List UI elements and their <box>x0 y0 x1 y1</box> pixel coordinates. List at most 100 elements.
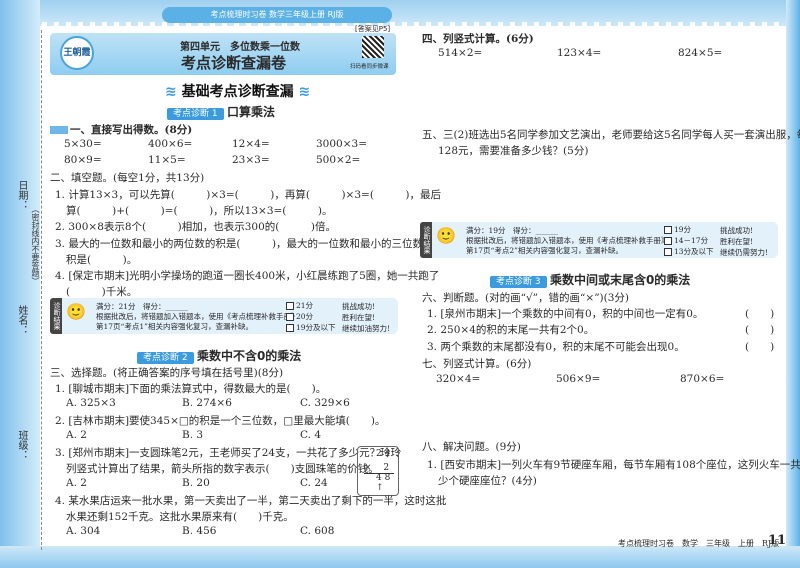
series-label: 考点梳理时习卷 数学三年级上册 RJ版 <box>162 7 392 23</box>
option-label: 19分 <box>674 225 692 234</box>
calc-item: 514×2= <box>438 47 483 59</box>
question-5: 五、三(2)班选出5名同学参加文艺演出，老师要给这5名同学每人买一套演出服，每套 <box>422 129 800 141</box>
oral-item: 400×6= <box>148 138 193 150</box>
checkbox[interactable] <box>286 324 294 332</box>
result-text: 胜利在望! <box>342 313 376 322</box>
diagnosis-badge: 考点诊断 3 <box>490 276 547 288</box>
answer-blank[interactable]: ( ) <box>745 306 774 321</box>
calc-item: 870×6= <box>680 373 725 385</box>
vertical-calc-figure: 2 4 × 2 4 8 ↑ <box>357 446 399 496</box>
diagnosis-badge: 考点诊断 2 <box>137 352 194 364</box>
checkbox[interactable] <box>286 313 294 321</box>
qr-code[interactable] <box>362 36 384 58</box>
seal-line <box>41 30 42 550</box>
score-option[interactable]: 14－17分 <box>664 235 708 246</box>
option-label: 21分 <box>296 301 314 310</box>
checkbox[interactable] <box>664 226 672 234</box>
tag-icon <box>50 126 68 134</box>
question-3-3: 3. [郑州市期末]一支圆珠笔2元，王老师买了24支，一共花了多少元？玲玲 <box>55 447 402 459</box>
bottom-band <box>0 546 800 568</box>
question-3-4: 4. 某水果店运来一批水果，第一天卖出了一半，第二天卖出了剩下的一半，这时这批 <box>55 495 447 507</box>
score-option[interactable]: 21分 <box>286 300 313 311</box>
diagnosis-1-header: 考点诊断 1 口算乘法 <box>167 103 275 120</box>
student-avatar-icon: 🙂 <box>66 302 86 321</box>
result-text: 继续仍需努力! <box>720 248 769 257</box>
date-label: 日期： <box>16 180 27 210</box>
option-label: 20分 <box>296 312 314 321</box>
question-3: 三、选择题。(将正确答案的序号填在括号里)(8分) <box>50 367 284 379</box>
question-2: 二、填空题。(每空1分，共13分) <box>50 172 205 184</box>
question-2-3-cont: 积是( )。 <box>66 254 138 266</box>
score-option[interactable]: 20分 <box>286 311 313 322</box>
section-title-text: 基础考点诊断查漏 <box>181 84 294 100</box>
checkbox[interactable] <box>286 302 294 310</box>
question-3-4-cont: 水果还剩152千克。这批水果原来有( )千克。 <box>66 511 294 523</box>
calc-item: 123×4= <box>557 47 602 59</box>
question-2-4-cont: ( )千米。 <box>66 286 138 298</box>
diagnosis-side-label: 诊断结果 <box>50 298 62 334</box>
qr-caption: 扫码看同步微课 <box>350 64 389 70</box>
checkbox[interactable] <box>664 237 672 245</box>
choice: C. 329×6 <box>300 397 350 409</box>
question-5-cont: 128元，需要准备多少钱？(5分) <box>438 145 589 157</box>
oral-item: 5×30= <box>64 138 102 150</box>
question-3-1: 1. [聊城市期末]下面的乘法算式中，得数最大的是( )。 <box>55 383 327 395</box>
answer-blank[interactable]: ( ) <box>745 322 774 337</box>
answer-blank[interactable]: ( ) <box>745 339 774 354</box>
question-3-2: 2. [吉林市期末]要使345×□的积是一个三位数，□里最大能填( )。 <box>55 415 386 427</box>
score-option[interactable]: 19分及以下 <box>286 322 336 333</box>
answer-page-ref: [答案见P5] <box>355 25 391 33</box>
choice: C. 608 <box>300 525 335 537</box>
diagnosis-badge: 考点诊断 1 <box>167 108 224 120</box>
choice: A. 2 <box>66 429 87 441</box>
oral-item: 12×4= <box>232 138 270 150</box>
question-text: 一、直接写出得数。(8分) <box>70 124 193 136</box>
question-3-3-cont: 列竖式计算出了结果，箭头所指的数字表示( )支圆珠笔的价钱。 <box>66 463 379 475</box>
question-1: 一、直接写出得数。(8分) <box>50 122 192 137</box>
choice: B. 456 <box>182 525 217 537</box>
question-7: 七、列竖式计算。(6分) <box>422 358 532 370</box>
question-2-3: 3. 最大的一位数和最小的两位数的积是( )，最大的一位数和最小的三位数的 <box>55 238 434 250</box>
diagnosis-result-box-1: 诊断结果 🙂 满分：21分 得分：______ 根据批改后，将错题加入错题本，使… <box>50 298 398 334</box>
calc-line: 2 4 <box>376 449 391 459</box>
calc-line: × 2 <box>364 460 394 474</box>
question-8-1-cont: 少个硬座座位？(4分) <box>438 475 537 487</box>
choice: A. 2 <box>66 477 87 489</box>
choice: B. 20 <box>182 477 210 489</box>
result-text: 胜利在望! <box>720 237 754 246</box>
diagnosis-3-header: 考点诊断 3 乘数中间或末尾含0的乘法 <box>490 271 690 288</box>
question-2-1: 1. 计算13×3，可以先算( )×3=( )，再算( )×3=( )，最后 <box>55 189 442 201</box>
oral-item: 3000×3= <box>316 138 367 150</box>
score-option[interactable]: 19分 <box>664 224 691 235</box>
page-title: 考点诊断查漏卷 <box>181 54 287 72</box>
class-label: 班级： <box>16 430 27 460</box>
brand-logo: 王朝霞 <box>60 36 94 70</box>
result-text: 挑战成功! <box>720 226 754 235</box>
question-4: 四、列竖式计算。(6分) <box>422 33 534 45</box>
question-6-3: 3. 两个乘数的末尾都没有0，积的末尾不可能会出现0。 <box>427 341 685 353</box>
score-option[interactable]: 13分及以下 <box>664 246 714 257</box>
diagnosis-title: 乘数中间或末尾含0的乘法 <box>549 273 691 287</box>
question-8-1: 1. [西安市期末]一列火车有9节硬座车厢，每节车厢有108个座位，这列火车一共… <box>427 459 800 471</box>
result-text: 继续加油努力! <box>342 324 391 333</box>
choice: A. 325×3 <box>66 397 116 409</box>
student-avatar-icon: 🙂 <box>436 226 456 245</box>
option-label: 19分及以下 <box>296 323 336 332</box>
arrow-icon: ↑ <box>376 483 384 493</box>
question-6-2: 2. 250×4的积的末尾一共有2个0。 <box>427 324 595 336</box>
oral-item: 80×9= <box>64 154 102 166</box>
choice: B. 274×6 <box>182 397 232 409</box>
choice: C. 24 <box>300 477 328 489</box>
advice-line: 第17页“考点1”相关内容强化复习，查漏补缺。 <box>96 322 253 331</box>
diagnosis-side-label: 诊断结果 <box>420 222 432 258</box>
question-2-4: 4. [保定市期末]光明小学操场的跑道一圈长400米，小红晨练跑了5圈，她一共跑… <box>55 270 440 282</box>
oral-item: 23×3= <box>232 154 270 166</box>
top-band <box>0 0 800 30</box>
diagnosis-2-header: 考点诊断 2 乘数中不含0的乘法 <box>137 347 301 364</box>
result-text: 挑战成功! <box>342 302 376 311</box>
advice-line: 第17页“考点2”相关内容强化复习，查漏补缺。 <box>466 246 623 255</box>
calc-item: 506×9= <box>556 373 601 385</box>
calc-line: 4 8 <box>376 473 391 483</box>
oral-item: 11×5= <box>148 154 186 166</box>
checkbox[interactable] <box>664 248 672 256</box>
